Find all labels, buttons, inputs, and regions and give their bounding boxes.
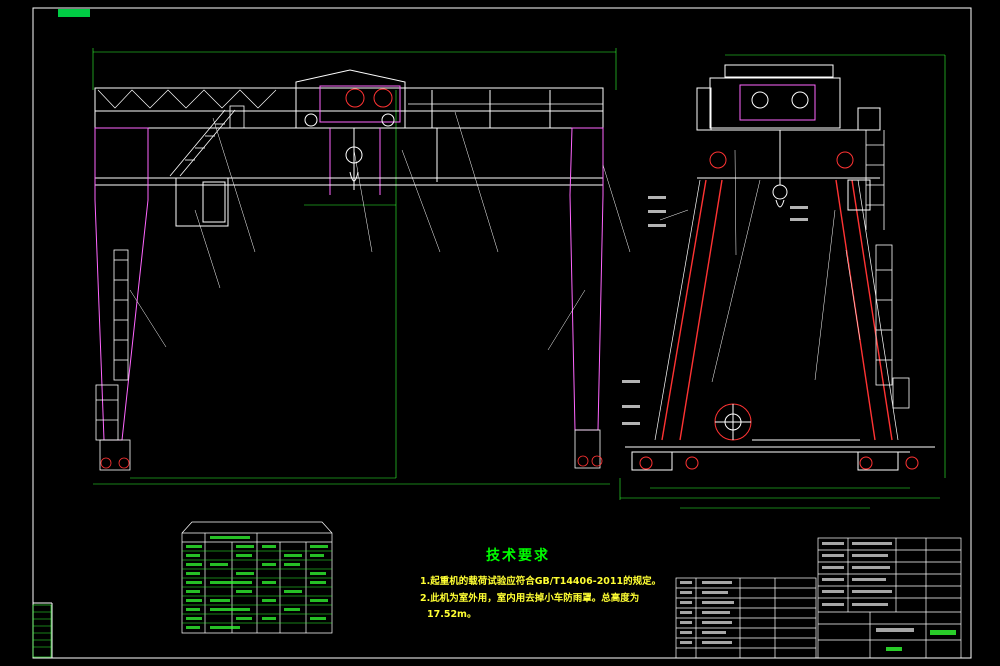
side-elevation <box>619 54 946 509</box>
requirement-line-2: 2.此机为室外用，室内用去掉小车防雨罩。总高度为 <box>420 593 640 604</box>
front-elevation <box>92 48 631 485</box>
title-block-accent <box>886 630 956 651</box>
title-block-fill <box>680 542 914 644</box>
frame-tag <box>58 9 90 17</box>
binding-stamp <box>32 604 52 658</box>
requirements-title: 技术要求 <box>486 548 550 564</box>
parts-list <box>675 577 817 659</box>
requirement-line-3: 17.52m。 <box>427 609 477 620</box>
crane-drawing <box>32 7 972 659</box>
callout-labels <box>622 196 808 425</box>
requirement-line-1: 1.起重机的载荷试验应符合GB/T14406-2011的规定。 <box>420 576 662 587</box>
parameter-table <box>181 521 333 634</box>
